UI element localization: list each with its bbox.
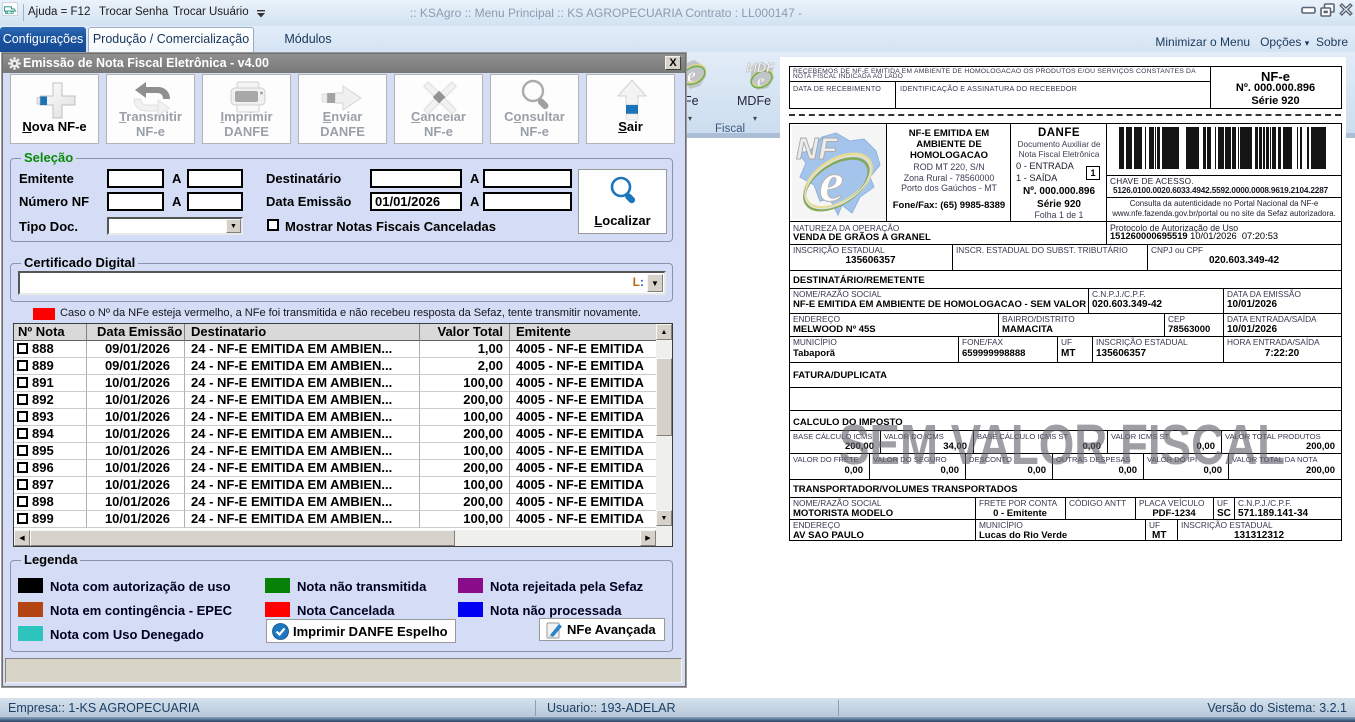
svg-text:e: e — [757, 71, 765, 90]
svg-text:e: e — [687, 65, 696, 87]
svg-text:SEM VALOR FISCAL: SEM VALOR FISCAL — [839, 418, 1285, 477]
